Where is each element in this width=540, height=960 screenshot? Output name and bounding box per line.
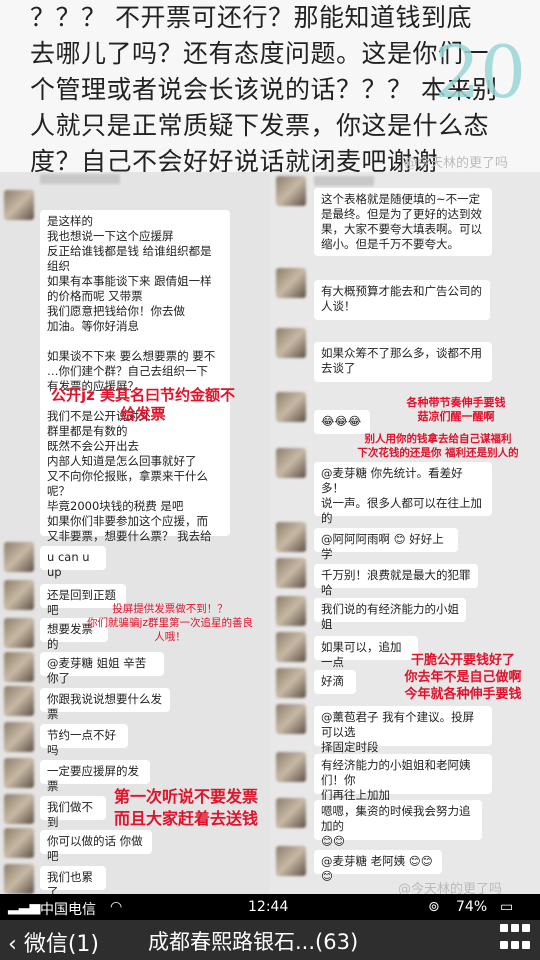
chat-collage: 是这样的 我也想说一下这个应援屏 反正给谁钱都是钱 给谁组织都是 组织 如果有本… [0,172,540,894]
battery-icon: ▭ [500,899,514,915]
avatar [276,522,306,552]
message-bubble: 😂😂😂 [314,410,370,434]
message-bubble: 有经济能力的小姐姐和老阿姨们！你 们再往上加加 [314,754,492,802]
lock-rotation-icon: ⊚ [428,899,440,915]
message-bubble: 你跟我说说想要什么发票 [40,688,170,721]
avatar [276,176,306,206]
avatar [276,596,306,626]
avatar [276,328,306,358]
message-bubble: 我们说的有经济能力的小姐姐 [314,598,466,631]
red-annotation: 各种带节奏伸手要钱 菇凉们醒一醒啊 [406,396,506,423]
avatar [4,618,34,648]
message-bubble: 节约一点不好吗 [40,724,128,757]
avatar [4,794,34,824]
page-number: 20 [434,30,526,114]
message-bubble: 好滴 [314,670,356,694]
clock: 12:44 [248,899,289,915]
avatar [276,632,306,662]
watermark: @今天林的更了吗 [404,156,509,171]
message-bubble: @麦芽糖 姐姐 辛苦你了 [40,652,164,685]
group-members-icon[interactable] [500,924,530,954]
left-chat-column: 是这样的 我也想说一下这个应援屏 反正给谁钱都是钱 给谁组织都是 组织 如果有本… [0,172,270,894]
message-bubble: 有大概预算才能去和广告公司的 人谈！ [314,280,490,320]
message-bubble: @麦芽糖 老阿姨 😊😊😊 [314,850,442,883]
avatar [276,704,306,734]
avatar [4,542,34,572]
avatar [4,190,34,220]
watermark: @今天林的更了吗 [398,882,503,894]
caption-area: ？？？ 不开票可还行？那能知道钱到底 去哪儿了吗？还有态度问题。这是你们一 个管… [0,0,540,176]
avatar [276,798,306,828]
red-annotation: 干脆公开要钱好了 你去年不是自己做啊 今年就各种伸手要钱 [404,653,522,702]
message-bubble: 我们也累了 [40,866,106,894]
message-bubble: @薰苞君子 我有个建议。投屏可以选 择固定时段 [314,706,492,754]
wifi-icon: ◠ [110,899,123,915]
sender-name [40,174,120,184]
avatar [276,846,306,876]
sender-name [314,176,374,186]
avatar [4,722,34,752]
right-chat-column: 这个表格就是随便填的~不一定 是最终。但是为了更好的达到效 果，大家不要夸大填表… [270,172,540,894]
avatar [4,652,34,682]
back-button[interactable]: ‹ 微信(1) [8,926,99,958]
avatar [276,392,306,422]
message-bubble: @阿阿阿雨啊 😊 好好上学 [314,528,458,561]
red-annotation: 别人用你的钱拿去给自己谋福利 下次花钱的还是你 福利还是别人的 [357,433,519,459]
red-annotation: 公开jz 美其名曰节约金额不 给发票 [50,386,236,423]
red-annotation: 第一次听说不要发票 而且大家赶着去送钱 [113,787,258,828]
message-bubble: 是这样的 我也想说一下这个应援屏 反正给谁钱都是钱 给谁组织都是 组织 如果有本… [40,210,230,543]
avatar [4,864,34,894]
chevron-left-icon: ‹ [8,932,17,957]
chat-title: 成都春熙路银石...(63) [148,930,359,954]
message-bubble: 一定要应援屏的发票 [40,760,150,793]
avatar [276,558,306,588]
avatar [276,668,306,698]
red-annotation: 投屏提供发票做不到！？ 你们就骗骗jz群里第一次追星的善良 人哦！ [87,603,253,643]
avatar [4,580,34,610]
message-bubble: 这个表格就是随便填的~不一定 是最终。但是为了更好的达到效 果，大家不要夸大填表… [314,188,492,256]
avatar [276,268,306,298]
signal-icon: ▂▃▅ [8,899,41,915]
message-bubble: 你可以做的话 你做吧 [40,830,152,863]
message-bubble: u can u up [40,546,106,579]
message-bubble: 千万别！浪费就是最大的犯罪哈 [314,564,478,597]
message-bubble: @麦芽糖 你先统计。看差好多！ 说一声。很多人都可以在往上加 的 [314,462,492,525]
avatar [276,448,306,478]
nav-bar: ‹ 微信(1) 成都春熙路银石...(63) [0,920,540,960]
back-label: 微信(1) [23,932,99,957]
avatar [4,828,34,858]
carrier-label: 中国电信 [40,902,96,918]
avatar [4,686,34,716]
avatar [4,758,34,788]
battery-percent: 74% [456,899,488,915]
message-bubble: 嗯嗯，集资的时候我会努力追加的 😊😊 [314,800,482,848]
avatar [276,752,306,782]
message-bubble: 如果众筹不了那么多，谈都不用 去谈了 [314,342,492,382]
status-bar: ▂▃▅ 中国电信 ◠ 12:44 ⊚ 74% ▭ [0,894,540,920]
